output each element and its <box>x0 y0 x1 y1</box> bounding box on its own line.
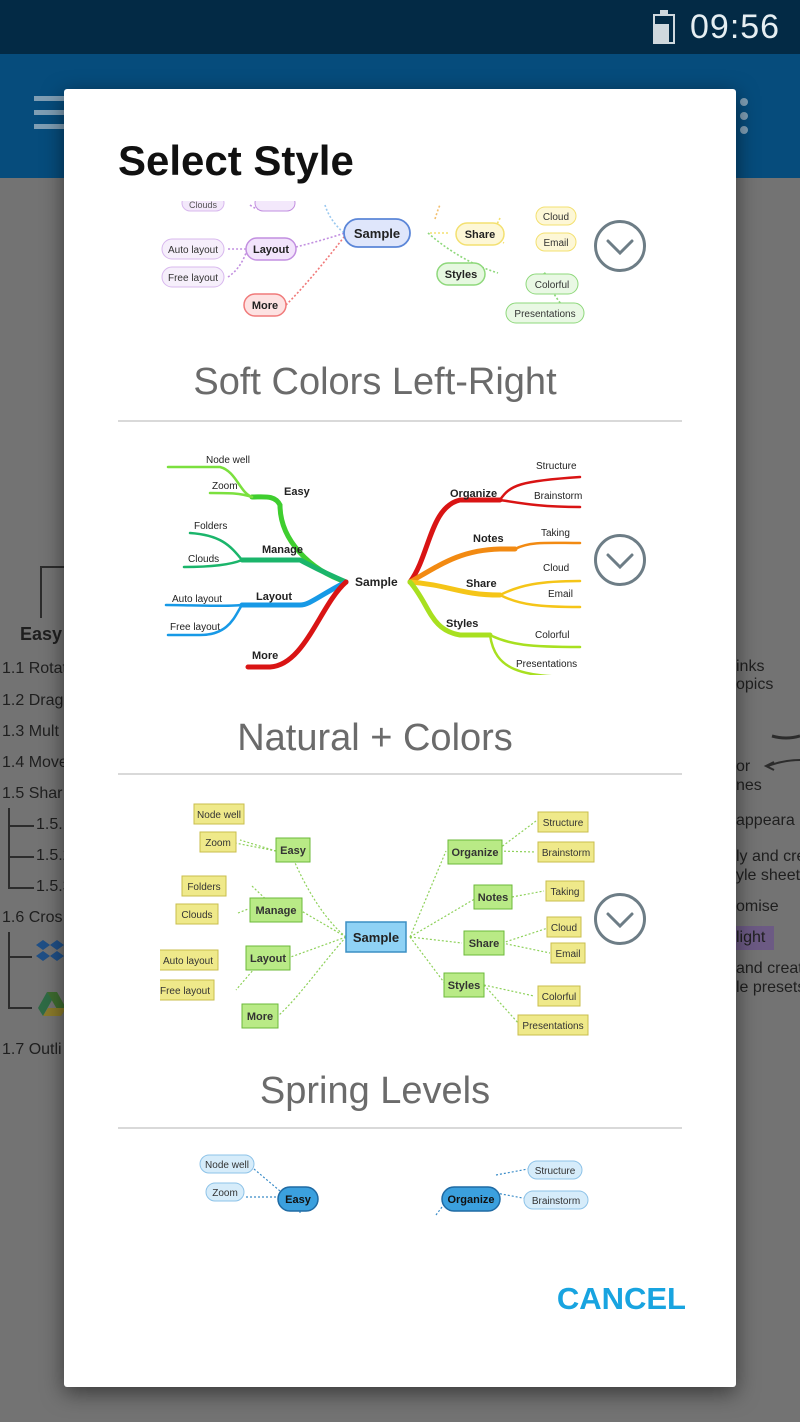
status-bar: 09:56 <box>0 0 800 54</box>
node-label: Cloud <box>551 923 577 934</box>
node-label: Clouds <box>188 554 219 565</box>
divider <box>118 773 682 775</box>
bg-arrows <box>763 734 800 771</box>
node-label: Organize <box>451 847 498 859</box>
node-label: Styles <box>445 269 477 281</box>
check-circle-icon[interactable] <box>592 891 648 947</box>
node-label: Notes <box>473 533 504 545</box>
node-label: Zoom <box>212 1188 238 1199</box>
bg-main-topic: Easy <box>20 624 63 644</box>
node-label: Cloud <box>543 563 569 574</box>
node-label: Manage <box>256 905 297 917</box>
divider <box>118 1127 682 1129</box>
node-label: Organize <box>450 488 497 500</box>
drive-icon <box>38 992 66 1016</box>
node-label: Email <box>548 589 573 600</box>
node-label: Node well <box>206 455 250 466</box>
node-label: Easy <box>280 845 307 857</box>
node-label: Brainstorm <box>534 491 582 502</box>
node-label: Brainstorm <box>532 1196 580 1207</box>
dialog-title: Select Style <box>118 137 354 184</box>
dropbox-icon <box>36 940 64 961</box>
node-label: Structure <box>535 1166 576 1177</box>
node-label: Sample <box>353 930 399 945</box>
style-option-spring-levels[interactable]: Node well Zoom Easy Folders Clouds Manag… <box>64 794 736 1144</box>
node-label: Cloud <box>543 212 569 223</box>
node-label: Clouds <box>189 201 218 210</box>
style-option-blue-levels[interactable]: Node well Zoom Easy Structure Organize B… <box>64 1149 736 1227</box>
node-label: Free layout <box>170 622 220 633</box>
node-label: Colorful <box>535 630 569 641</box>
node-label: Styles <box>446 618 478 630</box>
node-label: Clouds <box>181 910 212 921</box>
style-option-soft-colors[interactable]: Clouds Auto layout Layout Free layout Mo… <box>64 201 736 422</box>
node-label: Zoom <box>205 838 231 849</box>
node-label: Node well <box>205 1160 249 1171</box>
node-label: Colorful <box>535 280 569 291</box>
node-label: Taking <box>541 528 570 539</box>
style-name: Soft Colors Left-Right <box>193 361 557 403</box>
style-list[interactable]: Clouds Auto layout Layout Free layout Mo… <box>64 201 736 1227</box>
node-label: Email <box>555 949 580 960</box>
node-label: Share <box>469 938 500 950</box>
style-preview-natural-colors: Node well Zoom Easy Folders Clouds Manag… <box>164 455 582 675</box>
node-label: Notes <box>478 892 509 904</box>
mindmap-nodes: Clouds Auto layout Layout Free layout Mo… <box>161 201 585 324</box>
node-label: Structure <box>543 818 584 829</box>
node-label: Sample <box>355 575 398 589</box>
node-label: Layout <box>253 244 289 256</box>
node-label: Structure <box>536 461 577 472</box>
node-label: Folders <box>194 521 227 532</box>
node-label: More <box>252 650 278 662</box>
node-label: Manage <box>262 544 303 556</box>
menu-icon[interactable] <box>34 96 64 132</box>
node-label: Node well <box>197 810 241 821</box>
node-label: More <box>247 1011 273 1023</box>
check-circle-icon[interactable] <box>592 218 648 274</box>
check-circle-icon[interactable] <box>592 532 648 588</box>
node-label: Free layout <box>168 273 218 284</box>
style-preview-spring-levels: Node well Zoom Easy Folders Clouds Manag… <box>160 803 595 1036</box>
style-name: Natural + Colors <box>237 717 513 759</box>
node-label: Brainstorm <box>542 848 590 859</box>
node-label: Share <box>466 578 497 590</box>
node-label: Colorful <box>542 992 576 1003</box>
node-label: Taking <box>551 887 580 898</box>
node-label: Easy <box>285 1194 312 1206</box>
battery-icon <box>653 10 675 44</box>
node-label: More <box>252 300 278 312</box>
divider <box>118 420 682 422</box>
select-style-dialog: Select Style Clouds Auto layout Layout F… <box>64 89 736 1387</box>
node-label: Presentations <box>516 659 577 670</box>
node-label: Styles <box>448 980 480 992</box>
node-label: Email <box>543 238 568 249</box>
node-label: Auto layout <box>163 956 213 967</box>
style-preview-soft-colors: Clouds Auto layout Layout Free layout Mo… <box>161 201 585 324</box>
cancel-button[interactable]: CANCEL <box>556 1281 686 1325</box>
overflow-menu-icon[interactable] <box>740 98 750 138</box>
node-label: Layout <box>256 591 292 603</box>
node-label: Share <box>465 229 496 241</box>
node-label: Auto layout <box>172 594 222 605</box>
node-label: Easy <box>284 486 311 498</box>
node-label: Folders <box>187 882 220 893</box>
status-time: 09:56 <box>690 8 781 46</box>
style-preview-blue-levels: Node well Zoom Easy Structure Organize B… <box>199 1154 589 1216</box>
node-label: Zoom <box>212 481 238 492</box>
node-label: Auto layout <box>168 245 218 256</box>
node-label: Layout <box>250 953 286 965</box>
node-label: Presentations <box>514 309 575 320</box>
style-option-natural-colors[interactable]: Node well Zoom Easy Folders Clouds Manag… <box>64 439 736 789</box>
node-label: Sample <box>354 226 400 241</box>
node-label: Free layout <box>160 986 210 997</box>
node-label: Organize <box>447 1194 494 1206</box>
node-label: Presentations <box>522 1021 583 1032</box>
style-name: Spring Levels <box>259 1070 491 1112</box>
